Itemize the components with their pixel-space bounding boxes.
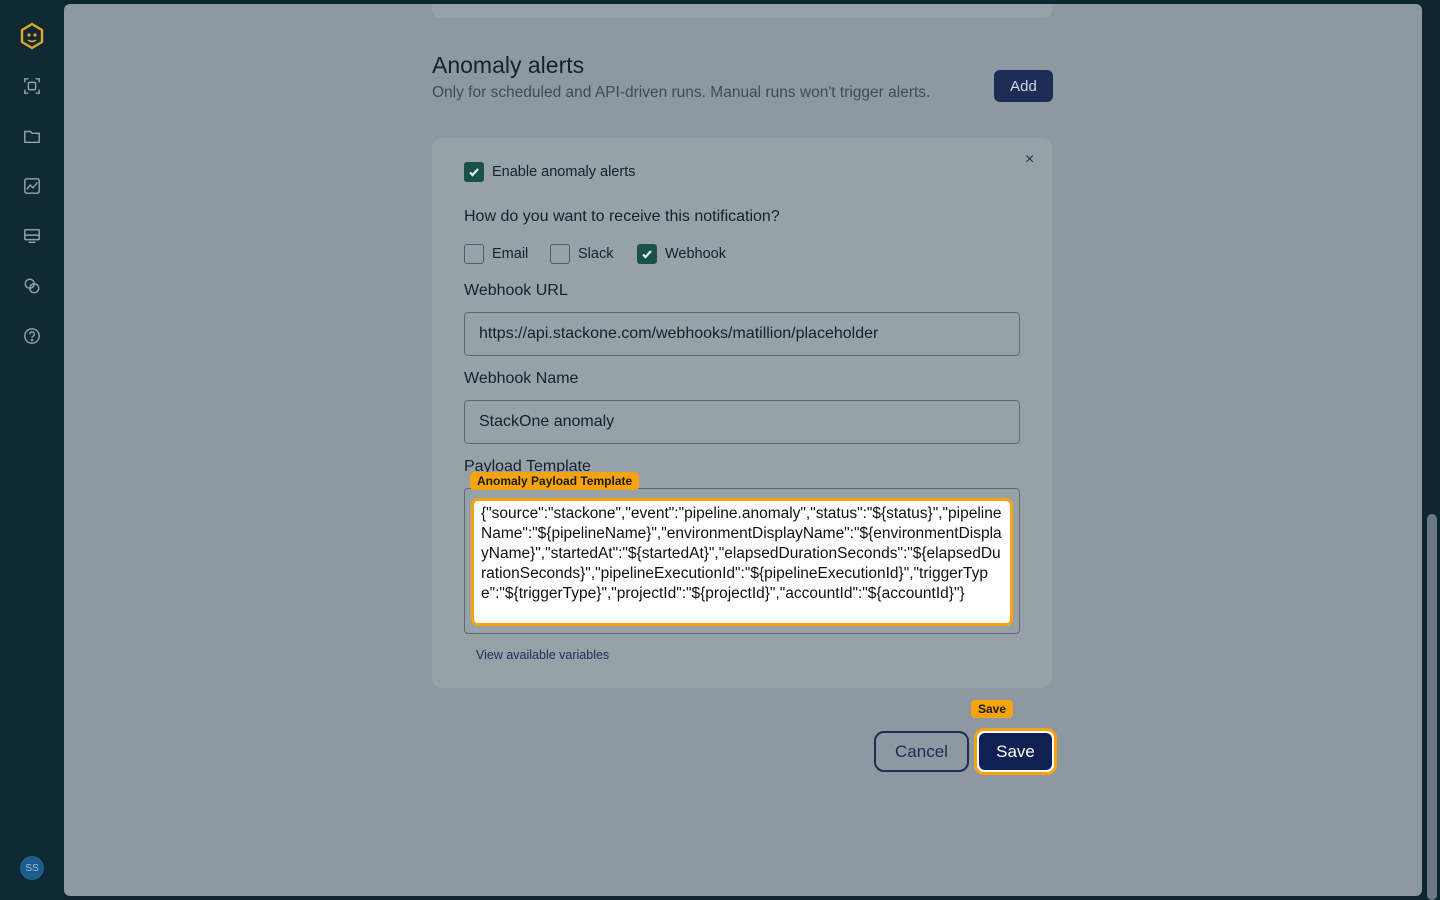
checkmark-icon xyxy=(469,168,479,177)
scrollbar[interactable] xyxy=(1427,514,1437,900)
save-tag: Save xyxy=(971,700,1014,718)
save-button[interactable]: Save xyxy=(974,728,1057,775)
email-label: Email xyxy=(492,246,529,262)
cancel-button[interactable]: Cancel xyxy=(874,731,969,772)
slack-label: Slack xyxy=(578,246,614,262)
webhook-name-label: Webhook Name xyxy=(464,370,579,387)
payload-template-tag: Anomaly Payload Template xyxy=(470,472,640,490)
scan-icon[interactable] xyxy=(22,76,42,96)
payload-template-field: {"source":"stackone","event":"pipeline.a… xyxy=(464,488,1020,634)
save-button-label: Save xyxy=(979,733,1052,770)
server-icon[interactable] xyxy=(22,226,42,246)
checkmark-icon xyxy=(642,250,652,259)
webhook-label: Webhook xyxy=(665,246,726,262)
main-content: Anomaly alerts Only for scheduled and AP… xyxy=(64,4,1422,896)
email-checkbox[interactable] xyxy=(464,244,484,264)
section-title: Anomaly alerts xyxy=(432,52,585,78)
chart-icon[interactable] xyxy=(22,176,42,196)
close-icon[interactable]: × xyxy=(1025,152,1034,168)
previous-card xyxy=(432,4,1052,18)
enable-anomaly-checkbox[interactable] xyxy=(464,162,484,182)
logo-icon[interactable] xyxy=(19,22,45,50)
sidebar: SS xyxy=(0,0,64,900)
webhook-url-input[interactable]: https://api.stackone.com/webhooks/matill… xyxy=(464,312,1020,356)
webhook-checkbox[interactable] xyxy=(637,244,657,264)
add-button[interactable]: Add xyxy=(994,70,1053,102)
webhook-name-input[interactable]: StackOne anomaly xyxy=(464,400,1020,444)
notification-question: How do you want to receive this notifica… xyxy=(464,208,780,225)
enable-anomaly-label: Enable anomaly alerts xyxy=(492,164,636,180)
avatar[interactable]: SS xyxy=(20,856,44,880)
link-icon[interactable] xyxy=(22,276,42,296)
section-subtitle: Only for scheduled and API-driven runs. … xyxy=(432,84,931,101)
view-variables-link[interactable]: View available variables xyxy=(476,648,609,662)
help-icon[interactable] xyxy=(22,326,42,346)
payload-template-textarea[interactable]: {"source":"stackone","event":"pipeline.a… xyxy=(471,498,1013,626)
slack-checkbox[interactable] xyxy=(550,244,570,264)
webhook-url-label: Webhook URL xyxy=(464,282,568,299)
anomaly-alert-card: × Enable anomaly alerts How do you want … xyxy=(432,138,1052,688)
folder-icon[interactable] xyxy=(22,126,42,146)
